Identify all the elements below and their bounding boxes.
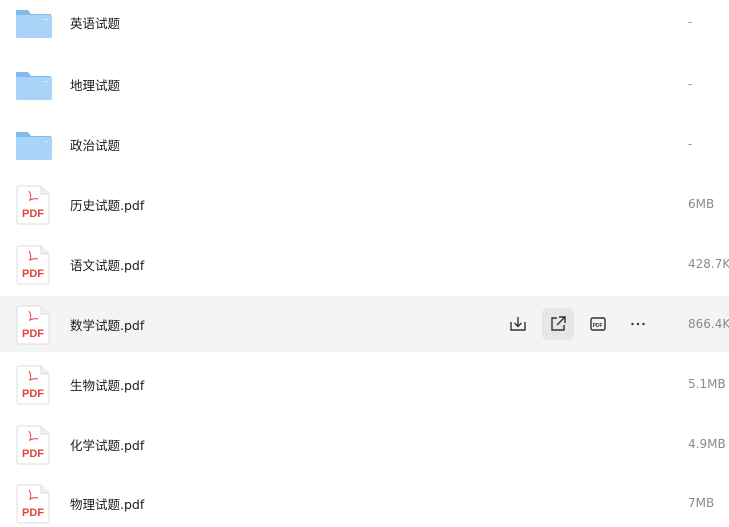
svg-text:PDF: PDF <box>22 448 44 460</box>
file-row-folder[interactable]: 英语试题 - <box>0 0 729 50</box>
file-name[interactable]: 物理试题.pdf <box>70 494 144 513</box>
file-name[interactable]: 语文试题.pdf <box>70 255 144 274</box>
pdf-file-icon: PDF <box>14 362 54 406</box>
download-icon <box>510 317 526 331</box>
download-button[interactable] <box>502 308 534 340</box>
file-row-folder[interactable]: 政治试题 - <box>0 116 729 172</box>
row-actions: PDF <box>502 308 662 340</box>
file-name[interactable]: 数学试题.pdf <box>70 315 144 334</box>
more-icon <box>631 322 645 326</box>
file-size: 7MB <box>688 496 715 510</box>
file-name[interactable]: 历史试题.pdf <box>70 195 144 214</box>
pdf-file-icon: PDF <box>14 242 54 286</box>
file-row-pdf-hovered[interactable]: PDF 数学试题.pdf PDF 866.4K <box>0 296 729 352</box>
pdf-file-icon: PDF <box>14 481 54 525</box>
file-name[interactable]: 化学试题.pdf <box>70 435 144 454</box>
pdf-file-icon: PDF <box>14 302 54 346</box>
file-size: 428.7KB <box>688 257 729 271</box>
pdf-file-icon: PDF <box>14 422 54 466</box>
file-size: - <box>688 15 693 29</box>
file-list: 英语试题 - 地理试题 - 政治试题 - PDF 历史试题.pdf 6MB PD… <box>0 0 729 527</box>
file-size: 866.4KB <box>688 317 729 331</box>
file-row-pdf[interactable]: PDF 历史试题.pdf 6MB <box>0 176 729 232</box>
svg-text:PDF: PDF <box>593 323 603 329</box>
svg-text:PDF: PDF <box>22 208 44 220</box>
svg-text:PDF: PDF <box>22 328 44 340</box>
pdf-tool-icon: PDF <box>590 317 606 331</box>
file-row-pdf[interactable]: PDF 语文试题.pdf 428.7KB <box>0 236 729 292</box>
file-size: - <box>688 137 693 151</box>
file-size: - <box>688 77 693 91</box>
svg-text:PDF: PDF <box>22 268 44 280</box>
folder-icon <box>14 62 54 106</box>
file-name[interactable]: 地理试题 <box>70 75 120 94</box>
more-button[interactable] <box>622 308 654 340</box>
pdf-tool-button[interactable]: PDF <box>582 308 614 340</box>
svg-text:PDF: PDF <box>22 507 44 519</box>
file-name[interactable]: 英语试题 <box>70 13 120 32</box>
share-button[interactable] <box>542 308 574 340</box>
file-row-pdf[interactable]: PDF 化学试题.pdf 4.9MB <box>0 416 729 472</box>
folder-icon <box>14 0 54 44</box>
file-row-pdf[interactable]: PDF 物理试题.pdf 7MB <box>0 475 729 527</box>
share-icon <box>551 316 566 331</box>
file-name[interactable]: 生物试题.pdf <box>70 375 144 394</box>
file-name[interactable]: 政治试题 <box>70 135 120 154</box>
file-size: 4.9MB <box>688 437 726 451</box>
svg-text:PDF: PDF <box>22 388 44 400</box>
file-size: 5.1MB <box>688 377 726 391</box>
file-size: 6MB <box>688 197 715 211</box>
folder-icon <box>14 122 54 166</box>
pdf-file-icon: PDF <box>14 182 54 226</box>
file-row-pdf[interactable]: PDF 生物试题.pdf 5.1MB <box>0 356 729 412</box>
file-row-folder[interactable]: 地理试题 - <box>0 56 729 112</box>
